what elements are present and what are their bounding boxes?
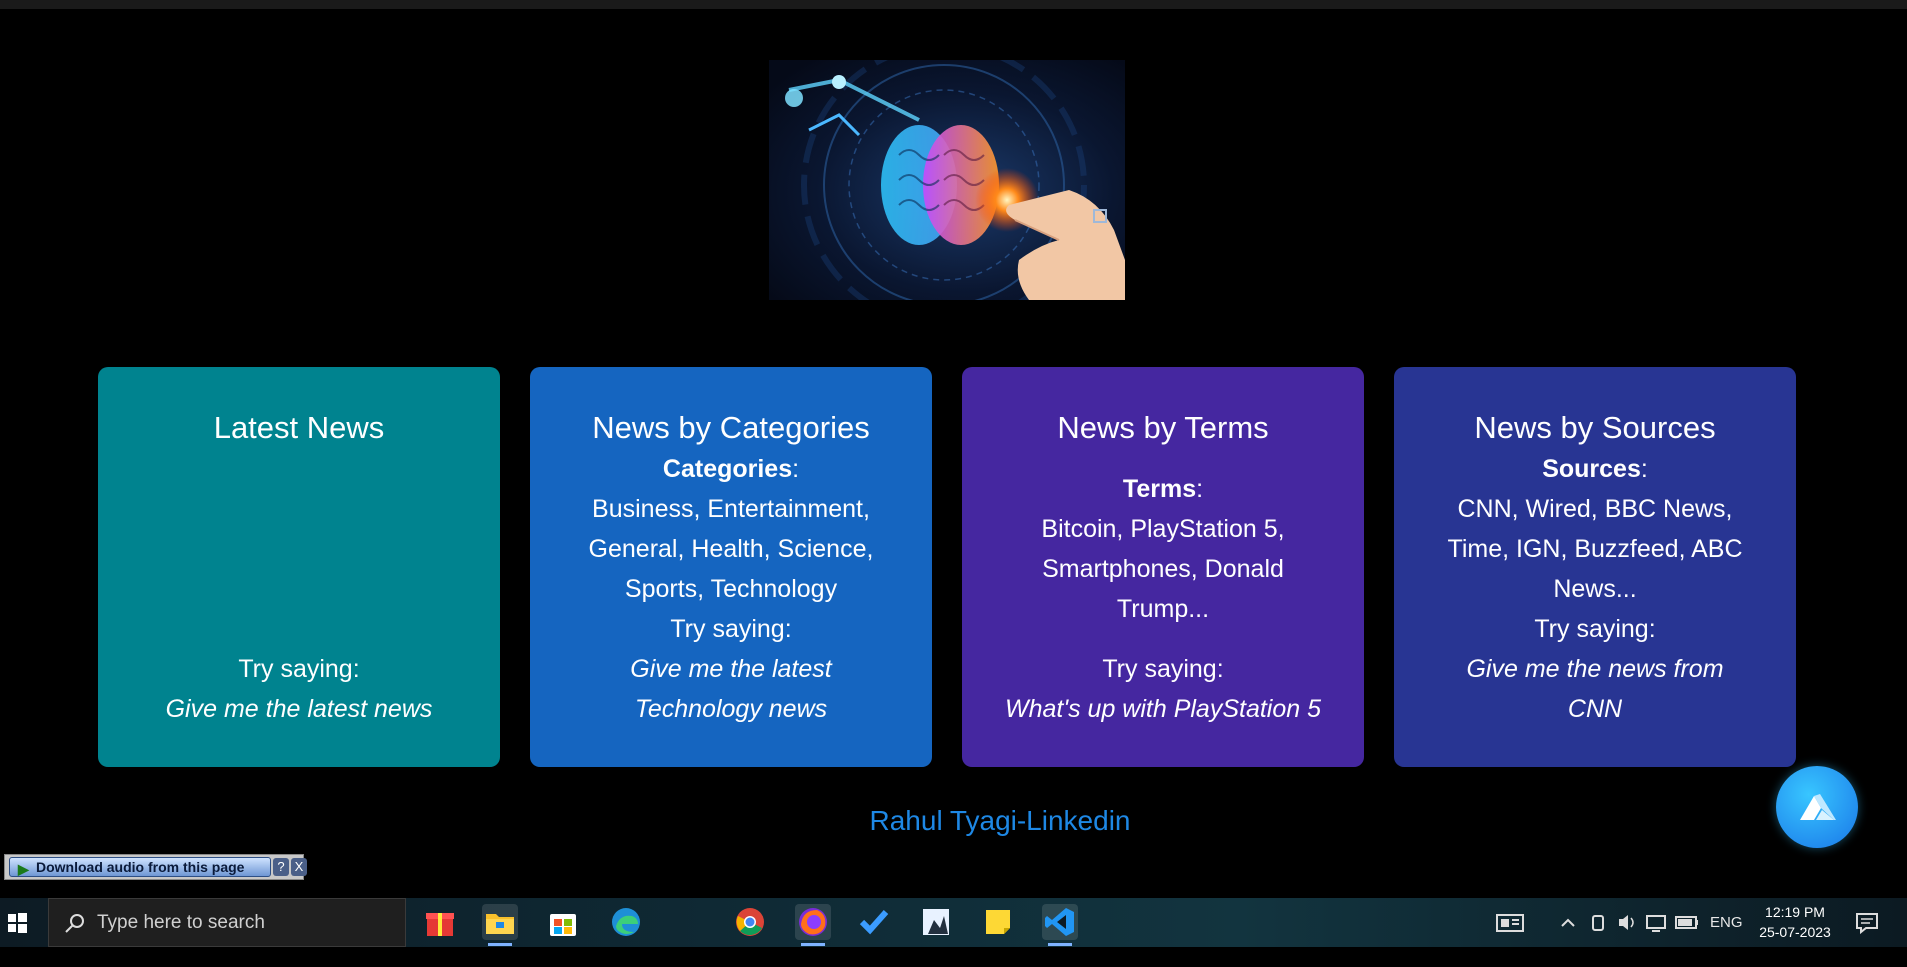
card-list: Categories: Business, Entertainment, Gen…	[588, 455, 874, 603]
linkedin-link[interactable]: Rahul Tyagi-Linkedin	[870, 805, 1131, 836]
close-button[interactable]: X	[291, 858, 307, 876]
list-label: Categories	[662, 455, 793, 483]
list-label: Sources	[1542, 455, 1641, 483]
store-icon[interactable]	[545, 904, 581, 940]
example-phrase: Give me the latest news	[165, 695, 433, 723]
vscode-icon[interactable]	[1042, 904, 1078, 946]
todo-icon[interactable]	[856, 904, 892, 940]
taskbar-clock[interactable]: 12:19 PM 25-07-2023	[1750, 902, 1840, 942]
windows-taskbar: Type here to search ENG 12:19 PM 25-07-2…	[0, 898, 1907, 947]
card-spacer	[98, 449, 500, 649]
alan-ai-voice-button[interactable]	[1776, 766, 1858, 848]
card-list: Terms: Bitcoin, PlayStation 5, Smartphon…	[1041, 475, 1285, 623]
list-text: CNN, Wired, BBC News, Time, IGN, Buzzfee…	[1447, 495, 1743, 603]
try-saying-label: Try saying:	[1102, 655, 1224, 683]
language-indicator[interactable]: ENG	[1710, 898, 1744, 947]
list-text: Business, Entertainment, General, Health…	[588, 495, 874, 603]
hero-image	[769, 60, 1125, 300]
network-icon[interactable]	[1644, 898, 1668, 947]
try-saying-label: Try saying:	[1534, 615, 1656, 643]
battery-icon[interactable]	[1674, 898, 1700, 947]
search-icon	[65, 914, 84, 933]
clock-date: 25-07-2023	[1759, 924, 1831, 940]
card-news-by-terms: News by Terms Terms: Bitcoin, PlayStatio…	[962, 367, 1364, 767]
firefox-icon[interactable]	[795, 904, 831, 946]
card-title: News by Sources	[1474, 410, 1716, 445]
edge-icon[interactable]	[608, 904, 644, 940]
sticky-notes-icon[interactable]	[980, 904, 1016, 940]
play-icon: ▶	[18, 861, 29, 877]
list-text: Bitcoin, PlayStation 5, Smartphones, Don…	[1041, 515, 1285, 623]
clock-time: 12:19 PM	[1765, 904, 1825, 920]
example-phrase: What's up with PlayStation 5	[1004, 695, 1322, 723]
try-saying-label: Try saying:	[238, 655, 360, 683]
browser-top-edge	[0, 0, 1907, 9]
card-list: Sources: CNN, Wired, BBC News, Time, IGN…	[1447, 455, 1743, 603]
start-button[interactable]	[0, 898, 36, 947]
download-audio-button[interactable]: ▶ Download audio from this page	[9, 857, 271, 877]
file-explorer-icon[interactable]	[482, 904, 518, 946]
card-latest-news: Latest News Try saying: Give me the late…	[98, 367, 500, 767]
footer: Rahul Tyagi-Linkedin	[0, 805, 1907, 837]
news-widget-icon[interactable]	[1494, 898, 1530, 947]
app-icon[interactable]	[918, 904, 954, 940]
card-title: News by Terms	[1057, 410, 1269, 445]
chevron-up-icon[interactable]	[1558, 898, 1578, 947]
windows-logo-icon	[8, 913, 27, 933]
chrome-icon[interactable]	[732, 904, 768, 940]
card-title: News by Categories	[592, 410, 870, 445]
taskbar-search-box[interactable]: Type here to search	[48, 898, 406, 947]
alan-logo-icon	[1800, 794, 1836, 820]
card-news-by-sources: News by Sources Sources: CNN, Wired, BBC…	[1394, 367, 1796, 767]
card-title: Latest News	[213, 410, 385, 445]
list-label: Terms	[1122, 475, 1197, 503]
try-saying-label: Try saying:	[670, 615, 792, 643]
volume-icon[interactable]	[1616, 898, 1638, 947]
feature-cards: Latest News Try saying: Give me the late…	[98, 367, 1796, 767]
search-placeholder: Type here to search	[97, 912, 265, 933]
gift-icon[interactable]	[422, 904, 458, 940]
example-phrase: Give me the news from CNN	[1466, 655, 1724, 723]
card-news-by-categories: News by Categories Categories: Business,…	[530, 367, 932, 767]
download-audio-bar: ▶ Download audio from this page ? X	[4, 854, 307, 880]
example-phrase: Give me the latest Technology news	[630, 655, 832, 723]
download-audio-label: Download audio from this page	[36, 859, 245, 875]
help-button[interactable]: ?	[273, 858, 289, 876]
notification-icon[interactable]	[1852, 898, 1882, 947]
device-icon[interactable]	[1588, 898, 1608, 947]
